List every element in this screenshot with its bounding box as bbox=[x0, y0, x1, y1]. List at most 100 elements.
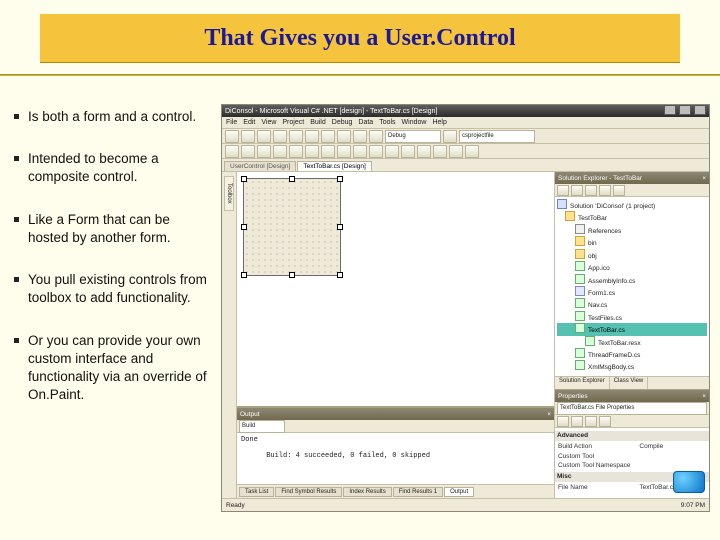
solution-tree[interactable]: Solution 'DiConsol' (1 project) TestToBa… bbox=[555, 197, 709, 376]
survey-balloon-icon[interactable] bbox=[673, 471, 705, 493]
menu-item[interactable]: Build bbox=[310, 119, 326, 126]
align-icon[interactable] bbox=[289, 145, 303, 158]
size-icon[interactable] bbox=[353, 145, 367, 158]
properties-title: Properties × bbox=[555, 390, 709, 402]
bullet-item: Or you can provide your own custom inter… bbox=[14, 332, 211, 405]
doc-tab[interactable]: UserControl [Design] bbox=[224, 161, 296, 171]
view-designer-icon[interactable] bbox=[571, 185, 583, 196]
bullet-column: Is both a form and a control. Intended t… bbox=[0, 100, 215, 540]
bottom-tab[interactable]: Find Results 1 bbox=[393, 487, 443, 497]
resize-handle[interactable] bbox=[337, 224, 343, 230]
minimize-button[interactable] bbox=[664, 105, 676, 115]
properties-icon[interactable] bbox=[613, 185, 625, 196]
menu-item[interactable]: File bbox=[226, 119, 237, 126]
order-icon[interactable] bbox=[465, 145, 479, 158]
properties-subject-dropdown[interactable]: TextToBar.cs File Properties bbox=[557, 402, 707, 415]
file-icon bbox=[575, 274, 585, 284]
title-band: That Gives you a User.Control bbox=[40, 14, 680, 62]
config-dropdown[interactable]: Debug bbox=[385, 130, 441, 143]
copy-icon[interactable] bbox=[305, 130, 319, 143]
bottom-tab[interactable]: Task List bbox=[239, 487, 274, 497]
align-icon[interactable] bbox=[273, 145, 287, 158]
events-icon[interactable] bbox=[599, 416, 611, 427]
show-all-files-icon[interactable] bbox=[599, 185, 611, 196]
slide: That Gives you a User.Control Is both a … bbox=[0, 0, 720, 540]
align-icon[interactable] bbox=[337, 145, 351, 158]
file-icon bbox=[585, 336, 595, 346]
resize-handle[interactable] bbox=[241, 272, 247, 278]
size-icon[interactable] bbox=[369, 145, 383, 158]
redo-icon[interactable] bbox=[353, 130, 367, 143]
layout-icon[interactable] bbox=[257, 145, 271, 158]
bottom-tab[interactable]: Find Symbol Results bbox=[275, 487, 342, 497]
spacing-icon[interactable] bbox=[401, 145, 415, 158]
menu-item[interactable]: Project bbox=[282, 119, 304, 126]
resize-handle[interactable] bbox=[337, 272, 343, 278]
undo-icon[interactable] bbox=[337, 130, 351, 143]
menu-item[interactable]: View bbox=[261, 119, 276, 126]
maximize-button[interactable] bbox=[679, 105, 691, 115]
align-icon[interactable] bbox=[321, 145, 335, 158]
doc-tab[interactable]: TextToBar.cs [Design] bbox=[297, 161, 372, 171]
save-icon[interactable] bbox=[257, 130, 271, 143]
find-dropdown[interactable]: csprojectfile bbox=[459, 130, 535, 143]
close-button[interactable] bbox=[694, 105, 706, 115]
visual-studio-window: DiConsol - Microsoft Visual C# .NET [des… bbox=[221, 104, 710, 512]
center-icon[interactable] bbox=[417, 145, 431, 158]
categorized-icon[interactable] bbox=[557, 416, 569, 427]
toolbox-tab[interactable]: Toolbox bbox=[224, 176, 234, 211]
right-tab[interactable]: Solution Explorer bbox=[555, 377, 610, 389]
vs-title-text: DiConsol - Microsoft Visual C# .NET [des… bbox=[225, 108, 437, 115]
order-icon[interactable] bbox=[449, 145, 463, 158]
tree-item: ThreadFrameD.cs bbox=[557, 348, 707, 360]
new-project-icon[interactable] bbox=[225, 130, 239, 143]
open-icon[interactable] bbox=[241, 130, 255, 143]
resize-handle[interactable] bbox=[241, 224, 247, 230]
resize-handle[interactable] bbox=[241, 176, 247, 182]
tree-item: Form1.cs bbox=[557, 286, 707, 298]
solution-icon bbox=[557, 199, 567, 209]
refresh-icon[interactable] bbox=[585, 185, 597, 196]
bottom-tab[interactable]: Output bbox=[444, 487, 474, 497]
menu-item[interactable]: Data bbox=[358, 119, 373, 126]
start-debug-icon[interactable] bbox=[369, 130, 383, 143]
layout-icon[interactable] bbox=[225, 145, 239, 158]
menu-item[interactable]: Debug bbox=[332, 119, 353, 126]
tree-item: TestToBar bbox=[557, 211, 707, 223]
save-all-icon[interactable] bbox=[273, 130, 287, 143]
design-surface[interactable] bbox=[237, 172, 554, 406]
output-panel: Output × Build Done Build: 4 succeeded, … bbox=[237, 406, 554, 498]
status-left: Ready bbox=[226, 502, 245, 509]
paste-icon[interactable] bbox=[321, 130, 335, 143]
file-icon bbox=[575, 298, 585, 308]
tree-item: App.ico bbox=[557, 261, 707, 273]
align-icon[interactable] bbox=[305, 145, 319, 158]
spacing-icon[interactable] bbox=[385, 145, 399, 158]
menu-item[interactable]: Window bbox=[402, 119, 427, 126]
output-source-dropdown[interactable]: Build bbox=[239, 420, 285, 433]
layout-icon[interactable] bbox=[241, 145, 255, 158]
prop-row: Custom Tool bbox=[558, 452, 706, 462]
resize-handle[interactable] bbox=[289, 176, 295, 182]
menu-item[interactable]: Help bbox=[432, 119, 446, 126]
vs-statusbar: Ready 9:07 PM bbox=[222, 498, 709, 511]
right-tab[interactable]: Class View bbox=[610, 377, 649, 389]
tree-item: bin bbox=[557, 236, 707, 248]
vs-menubar: File Edit View Project Build Debug Data … bbox=[222, 117, 709, 129]
resize-handle[interactable] bbox=[337, 176, 343, 182]
view-code-icon[interactable] bbox=[557, 185, 569, 196]
references-icon bbox=[575, 224, 585, 234]
find-icon[interactable] bbox=[443, 130, 457, 143]
tree-item: TextToBar.resx bbox=[557, 336, 707, 348]
cut-icon[interactable] bbox=[289, 130, 303, 143]
usercontrol-canvas[interactable] bbox=[243, 178, 341, 276]
bottom-tab[interactable]: Index Results bbox=[343, 487, 391, 497]
resize-handle[interactable] bbox=[289, 272, 295, 278]
menu-item[interactable]: Edit bbox=[243, 119, 255, 126]
properties-icon[interactable] bbox=[585, 416, 597, 427]
menu-item[interactable]: Tools bbox=[379, 119, 395, 126]
center-icon[interactable] bbox=[433, 145, 447, 158]
output-body: Done Build: 4 succeeded, 0 failed, 0 ski… bbox=[237, 433, 554, 484]
alphabetical-icon[interactable] bbox=[571, 416, 583, 427]
file-icon bbox=[575, 360, 585, 370]
